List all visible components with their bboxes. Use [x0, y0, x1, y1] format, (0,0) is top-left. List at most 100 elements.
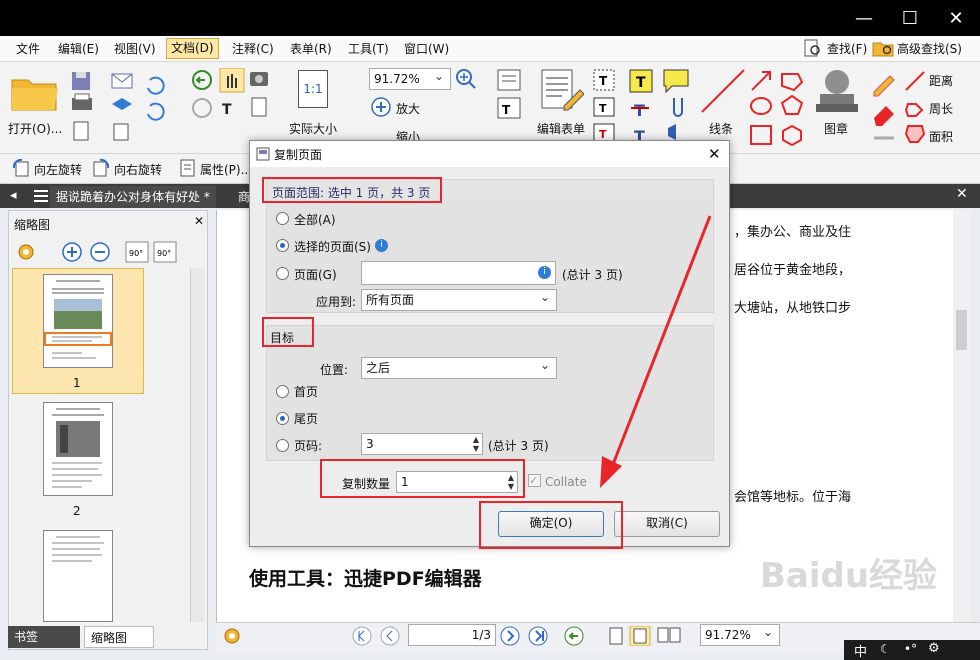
copies-stepper[interactable]: 1 ▲ ▼ — [396, 471, 518, 493]
actual-size-label[interactable]: 实际大小 — [289, 120, 337, 137]
radio-selected-pages[interactable] — [276, 239, 289, 252]
rotate-right-label[interactable]: 向右旋转 — [114, 161, 162, 178]
minimize-button[interactable]: — — [841, 0, 887, 36]
maximize-button[interactable]: ☐ — [887, 0, 933, 36]
radio-last-page[interactable] — [276, 412, 289, 425]
cancel-button[interactable]: 取消(C) — [614, 511, 720, 537]
menu-comment[interactable]: 注释(C) — [228, 40, 278, 58]
thumbnail-scrollbar[interactable] — [190, 268, 204, 622]
measure-distance-label[interactable]: 距离 — [929, 72, 953, 89]
settings-gear-icon[interactable] — [222, 626, 244, 646]
copies-label: 复制数量 — [342, 477, 391, 491]
first-prev-page-icons[interactable] — [352, 626, 408, 646]
document-scroll-thumb[interactable] — [956, 310, 967, 350]
ribbon-zoom-select[interactable]: 91.72% — [369, 66, 451, 90]
menu-tools[interactable]: 工具(T) — [344, 40, 393, 58]
mail-undo-icons[interactable] — [110, 70, 170, 144]
annotation-arrow — [592, 210, 718, 494]
ime-indicator[interactable]: 中 — [854, 641, 867, 660]
apply-to-select[interactable]: 所有页面 — [361, 287, 557, 311]
stamp-icon[interactable] — [814, 68, 860, 114]
position-label: 位置: — [320, 363, 349, 377]
document-tab-active[interactable]: 据说跪着办公对身体有好处 * — [50, 186, 216, 208]
svg-text:T: T — [634, 101, 645, 120]
copies-stepper-arrows-icon[interactable]: ▲ ▼ — [508, 473, 514, 491]
thumbnail-toolbar: 90° 90° — [14, 240, 194, 264]
tab-list-icon[interactable]: ◂ — [10, 188, 17, 203]
dialog-close-icon[interactable]: ✕ — [708, 145, 721, 163]
actual-size-icon[interactable]: 1:1 — [298, 70, 328, 108]
page-number-stepper[interactable]: 3 ▲ ▼ — [361, 433, 483, 455]
radio-page-number-label[interactable]: 页码: — [294, 437, 322, 454]
rotate-left-icon[interactable] — [10, 158, 32, 178]
menu-view[interactable]: 视图(V) — [110, 40, 160, 58]
zoom-in-magnifier-icon[interactable] — [455, 68, 477, 90]
menu-edit[interactable]: 编辑(E) — [54, 40, 103, 58]
lines-label[interactable]: 线条 — [709, 120, 733, 137]
menu-find[interactable]: 查找(F) — [823, 40, 871, 58]
radio-selected-label[interactable]: 选择的页面(S) — [294, 238, 371, 255]
zoom-in-plus-icon[interactable] — [370, 96, 392, 118]
radio-page-number[interactable] — [276, 439, 289, 452]
position-select[interactable]: 之后 — [361, 355, 557, 379]
panel-close-icon[interactable]: ✕ — [194, 214, 204, 228]
svg-text:T: T — [599, 74, 608, 88]
menu-document[interactable]: 文档(D) — [166, 38, 219, 59]
rotate-left-label[interactable]: 向左旋转 — [34, 161, 82, 178]
radio-all-label[interactable]: 全部(A) — [294, 211, 336, 228]
text-box-icons[interactable]: TTT — [592, 68, 616, 146]
annotation-icons[interactable]: TTT — [628, 68, 692, 146]
edit-form-label[interactable]: 编辑表单 — [537, 120, 585, 137]
edit-form-icon[interactable] — [540, 68, 585, 112]
radio-first-label[interactable]: 首页 — [294, 383, 318, 400]
properties-label[interactable]: 属性(P)... — [200, 161, 252, 178]
radio-first-page[interactable] — [276, 385, 289, 398]
svg-text:T: T — [222, 102, 232, 118]
pages-info-icon[interactable]: i — [538, 266, 551, 279]
collate-label[interactable]: Collate — [545, 475, 587, 489]
thumbnail-page-2[interactable] — [43, 402, 113, 496]
form-field-icons[interactable]: T — [496, 68, 530, 146]
radio-last-label[interactable]: 尾页 — [294, 410, 318, 427]
save-print-icons[interactable] — [70, 70, 94, 144]
open-folder-icon[interactable] — [10, 72, 60, 112]
thumbnail-page-1[interactable] — [43, 274, 113, 368]
thumbnail-page-3[interactable] — [43, 530, 113, 622]
rotate-right-icon[interactable] — [90, 158, 112, 178]
svg-text:T: T — [502, 103, 511, 117]
menu-window[interactable]: 窗口(W) — [400, 40, 453, 58]
close-window-button[interactable]: ✕ — [933, 0, 979, 36]
stamp-label[interactable]: 图章 — [824, 120, 848, 137]
radio-all[interactable] — [276, 212, 289, 225]
hamburger-menu-icon[interactable] — [34, 190, 48, 202]
gear-icon[interactable]: ⚙ — [928, 641, 940, 656]
pages-input[interactable] — [361, 261, 556, 285]
next-last-page-icons[interactable] — [500, 626, 556, 646]
properties-icon[interactable] — [178, 158, 198, 178]
shape-tools-icons[interactable] — [748, 68, 808, 148]
close-tab-icon[interactable]: ✕ — [956, 186, 968, 202]
measure-perimeter-label[interactable]: 周长 — [929, 100, 953, 117]
stepper-arrows-icon[interactable]: ▲ ▼ — [473, 435, 479, 453]
radio-pages-label[interactable]: 页面(G) — [294, 266, 337, 283]
info-icon[interactable]: i — [375, 239, 388, 252]
menu-form[interactable]: 表单(R) — [286, 40, 336, 58]
status-zoom-select[interactable]: 91.72% — [700, 622, 780, 646]
open-label[interactable]: 打开(O)... — [8, 120, 62, 137]
menu-file[interactable]: 文件 — [12, 40, 44, 58]
navigation-tools-icons[interactable]: T — [190, 67, 270, 146]
pencil-eraser-icons[interactable] — [870, 68, 898, 146]
collate-checkbox[interactable]: ✓ — [528, 474, 541, 487]
line-tool-icon[interactable] — [700, 68, 746, 114]
measure-area-label[interactable]: 面积 — [929, 128, 953, 145]
zoom-in-label[interactable]: 放大 — [396, 100, 420, 117]
radio-pages[interactable] — [276, 267, 289, 280]
menu-advanced-find[interactable]: 高级查找(S) — [893, 40, 966, 58]
tab-thumbnails[interactable]: 缩略图 — [84, 626, 154, 648]
tab-bookmarks[interactable]: 书签 — [8, 626, 80, 648]
page-number-input[interactable]: 1/3 — [408, 624, 496, 646]
page-number-value: 3 — [366, 437, 374, 451]
view-mode-icons[interactable] — [564, 625, 694, 647]
measure-icons[interactable] — [904, 70, 928, 146]
document-scrollbar[interactable] — [953, 210, 970, 622]
